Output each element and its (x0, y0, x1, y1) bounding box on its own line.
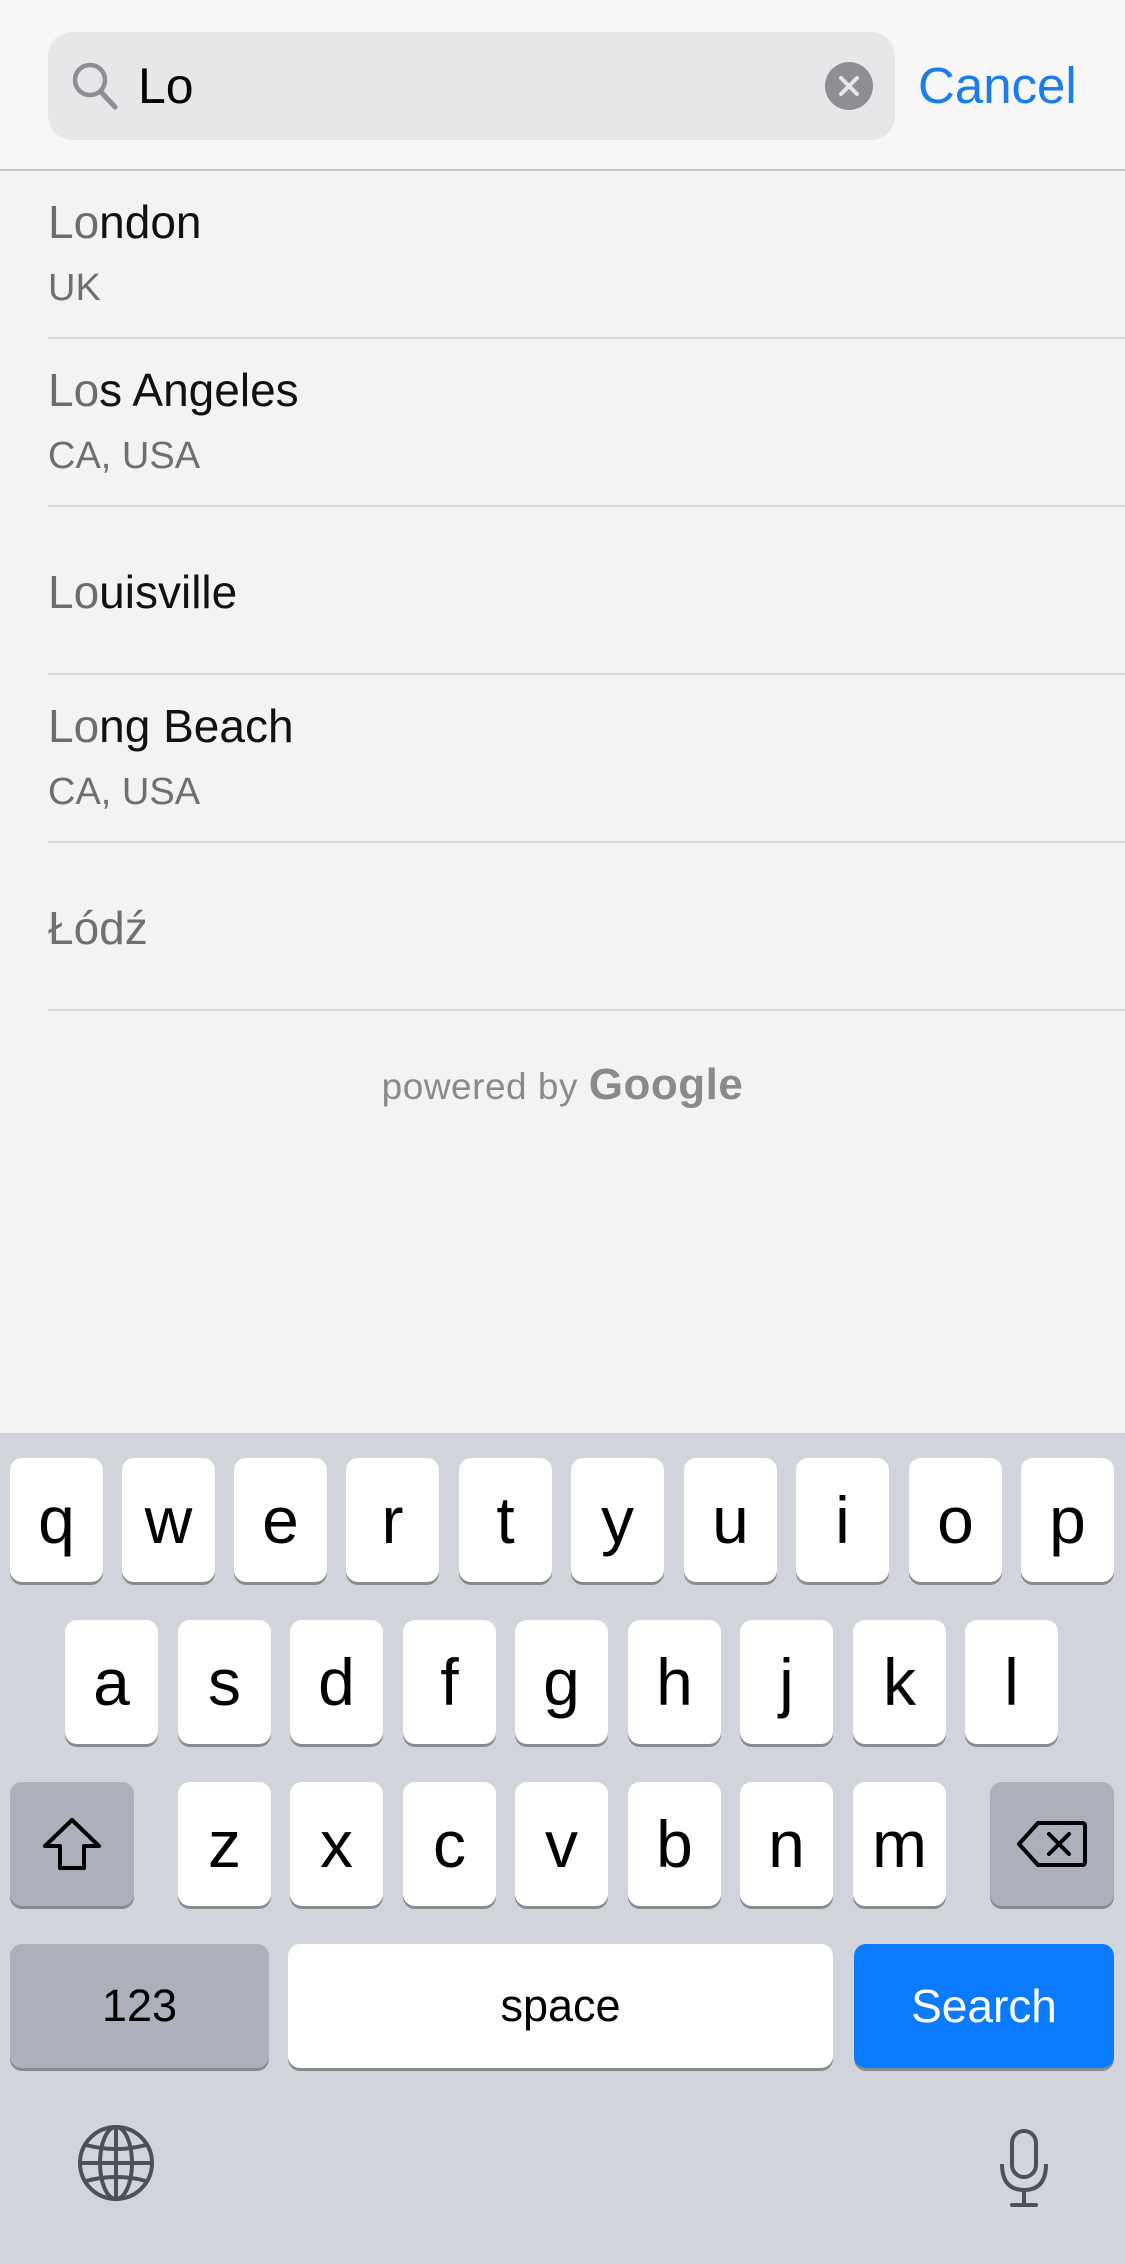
key-x[interactable]: x (290, 1782, 383, 1906)
microphone-icon[interactable] (996, 2128, 1052, 2210)
list-item[interactable]: Louisville (48, 507, 1125, 675)
key-r[interactable]: r (346, 1458, 439, 1582)
google-logo: Google (588, 1060, 744, 1109)
shift-key[interactable] (10, 1782, 134, 1906)
search-icon (72, 62, 118, 110)
key-i[interactable]: i (796, 1458, 889, 1582)
key-u[interactable]: u (684, 1458, 777, 1582)
list-item[interactable]: Łódź (48, 843, 1125, 1011)
result-title: Los Angeles (48, 364, 299, 416)
backspace-icon (1017, 1821, 1087, 1867)
key-d[interactable]: d (290, 1620, 383, 1744)
key-n[interactable]: n (740, 1782, 833, 1906)
key-p[interactable]: p (1021, 1458, 1114, 1582)
keyboard: q w e r t y u i o p a s d f g h j k l z … (0, 1433, 1125, 2264)
key-g[interactable]: g (515, 1620, 608, 1744)
search-header: Cancel (0, 0, 1125, 171)
key-f[interactable]: f (403, 1620, 496, 1744)
key-v[interactable]: v (515, 1782, 608, 1906)
key-w[interactable]: w (122, 1458, 215, 1582)
result-title: Łódź (48, 902, 148, 954)
close-icon (839, 76, 859, 96)
list-item[interactable]: Los Angeles CA, USA (48, 339, 1125, 507)
result-title: Long Beach (48, 700, 294, 752)
key-a[interactable]: a (65, 1620, 158, 1744)
search-key[interactable]: Search (854, 1944, 1114, 2068)
result-subtitle: CA, USA (48, 771, 201, 813)
cancel-button[interactable]: Cancel (918, 44, 1108, 128)
result-title: London (48, 196, 202, 248)
key-c[interactable]: c (403, 1782, 496, 1906)
key-k[interactable]: k (853, 1620, 946, 1744)
shift-icon (43, 1818, 101, 1870)
search-input[interactable] (138, 46, 778, 126)
key-t[interactable]: t (459, 1458, 552, 1582)
result-subtitle: UK (48, 267, 101, 309)
key-s[interactable]: s (178, 1620, 271, 1744)
numbers-key[interactable]: 123 (10, 1944, 269, 2068)
search-field[interactable] (48, 32, 895, 140)
result-subtitle: CA, USA (48, 435, 201, 477)
clear-search-button[interactable] (825, 62, 873, 110)
key-m[interactable]: m (853, 1782, 946, 1906)
list-item[interactable]: Long Beach CA, USA (48, 675, 1125, 843)
backspace-key[interactable] (990, 1782, 1114, 1906)
results-list: London UK Los Angeles CA, USA Louisville… (0, 171, 1125, 1011)
result-title: Louisville (48, 566, 238, 618)
key-e[interactable]: e (234, 1458, 327, 1582)
key-j[interactable]: j (740, 1620, 833, 1744)
key-z[interactable]: z (178, 1782, 271, 1906)
key-y[interactable]: y (571, 1458, 664, 1582)
list-item[interactable]: London UK (48, 171, 1125, 339)
key-l[interactable]: l (965, 1620, 1058, 1744)
google-attribution: powered by Google (381, 1060, 744, 1109)
key-h[interactable]: h (628, 1620, 721, 1744)
key-q[interactable]: q (10, 1458, 103, 1582)
key-b[interactable]: b (628, 1782, 721, 1906)
space-key[interactable]: space (288, 1944, 833, 2068)
globe-icon[interactable] (76, 2123, 156, 2203)
key-o[interactable]: o (909, 1458, 1002, 1582)
